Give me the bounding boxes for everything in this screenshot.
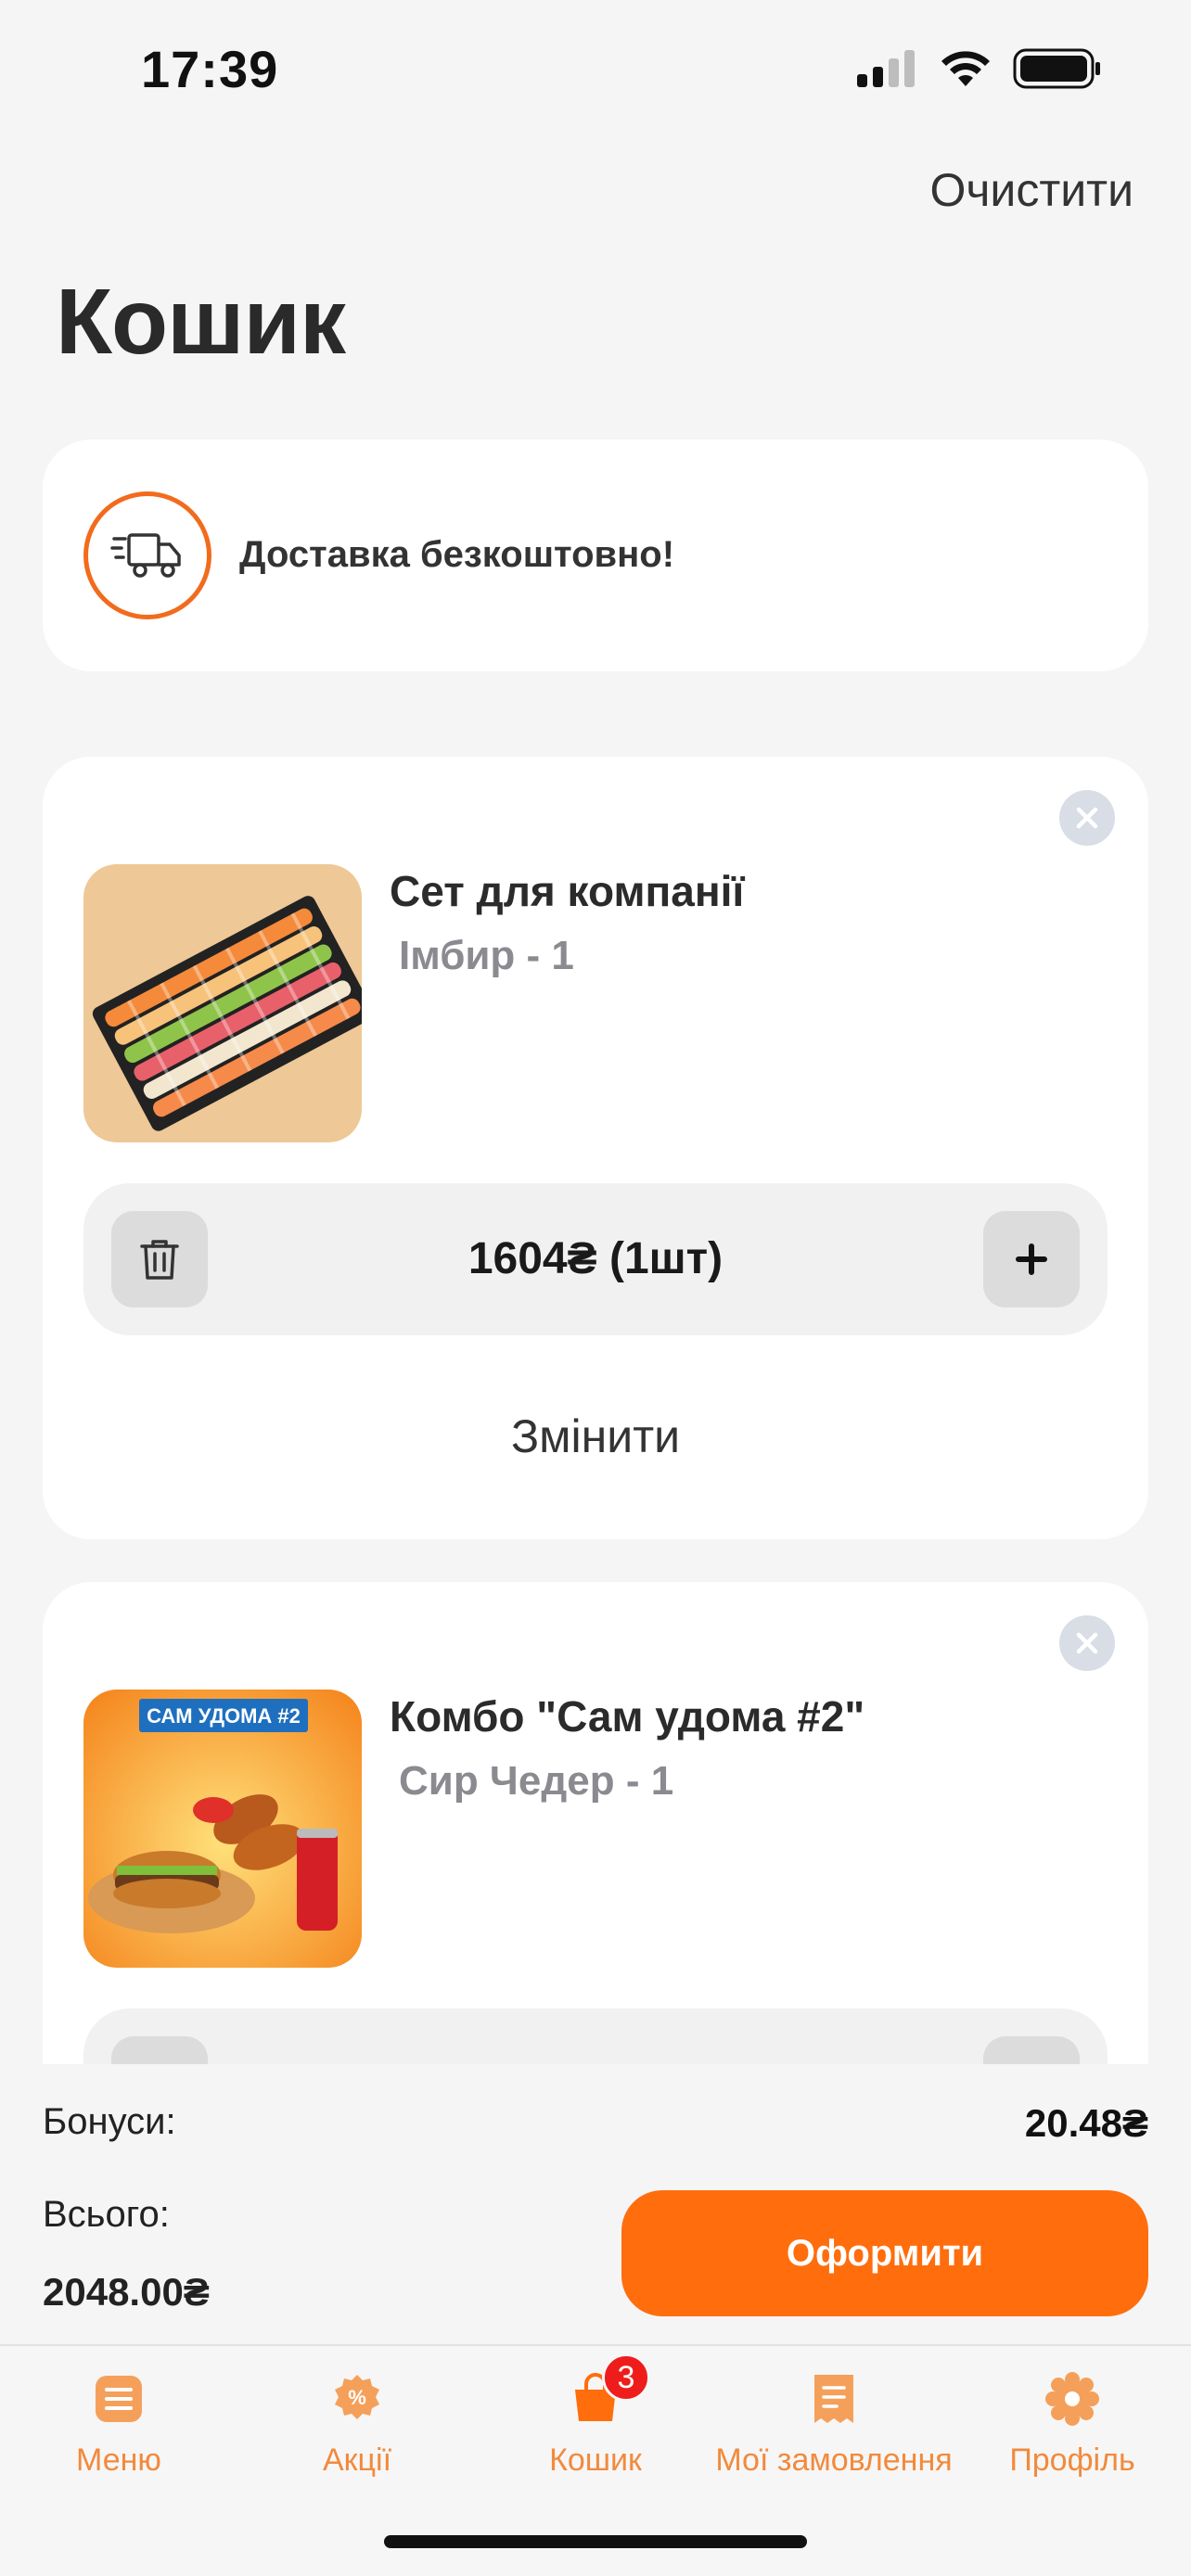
tab-menu[interactable]: Меню xyxy=(0,2372,237,2479)
close-icon xyxy=(1076,807,1098,829)
tab-label: Меню xyxy=(76,2442,161,2478)
cart-count-badge: 3 xyxy=(602,2353,650,2402)
bonus-label: Бонуси: xyxy=(43,2101,176,2142)
delivery-text: Доставка безкоштовно! xyxy=(239,534,675,575)
tab-cart[interactable]: 3 Кошик xyxy=(477,2353,714,2479)
menu-icon xyxy=(92,2372,146,2426)
checkout-button[interactable]: Оформити xyxy=(621,2190,1148,2316)
status-icons xyxy=(857,48,1102,89)
combo-image-caption: САМ УДОМА #2 xyxy=(147,1704,301,1728)
delivery-banner: Доставка безкоштовно! xyxy=(43,440,1148,671)
order-summary: Бонуси: 20.48₴ Всього: 2048.00₴ Оформити xyxy=(0,2064,1191,2344)
orders-icon xyxy=(807,2372,861,2426)
item-image-sushi-set[interactable] xyxy=(83,864,362,1142)
remove-item-button[interactable] xyxy=(1059,790,1115,846)
total-value: 2048.00₴ xyxy=(43,2270,210,2314)
home-indicator[interactable] xyxy=(384,2535,807,2548)
status-time: 17:39 xyxy=(141,40,279,98)
status-bar: 17:39 xyxy=(0,0,1191,139)
close-icon xyxy=(1076,1632,1098,1654)
remove-item-button[interactable] xyxy=(1059,1615,1115,1671)
tab-label: Профіль xyxy=(1009,2442,1135,2478)
profile-icon xyxy=(1045,2372,1099,2426)
item-image-combo[interactable]: САМ УДОМА #2 xyxy=(83,1690,362,1968)
item-name: Сет для компанії xyxy=(390,867,745,915)
bonus-value: 20.48₴ xyxy=(1024,2101,1148,2145)
page-title: Кошик xyxy=(56,270,346,374)
cart-icon: 3 xyxy=(569,2353,650,2426)
tab-promotions[interactable]: % Акції xyxy=(238,2372,476,2479)
increase-quantity-button[interactable] xyxy=(983,1211,1080,1307)
tab-label: Мої замовлення xyxy=(715,2442,953,2478)
total-label: Всього: xyxy=(43,2194,170,2235)
item-modifier: Сир Чедер - 1 xyxy=(399,1758,674,1804)
tab-label: Акції xyxy=(322,2442,392,2478)
svg-text:%: % xyxy=(348,2386,366,2409)
delivery-truck-icon xyxy=(83,491,211,619)
item-modifier: Імбир - 1 xyxy=(399,933,574,978)
tab-profile[interactable]: Профіль xyxy=(954,2372,1191,2479)
cellular-signal-icon xyxy=(857,50,915,87)
item-name: Комбо "Сам удома #2" xyxy=(390,1692,865,1741)
battery-icon xyxy=(1013,48,1100,89)
quantity-stepper: 1604₴ (1шт) xyxy=(83,1183,1108,1335)
tab-label: Кошик xyxy=(549,2442,642,2478)
item-price-quantity: 1604₴ (1шт) xyxy=(467,1234,724,1283)
plus-icon xyxy=(1016,1243,1047,1275)
wifi-icon xyxy=(941,51,990,86)
tab-my-orders[interactable]: Мої замовлення xyxy=(715,2372,953,2479)
clear-cart-button[interactable]: Очистити xyxy=(929,163,1133,217)
cart-item: Сет для компанії Імбир - 1 1604₴ (1шт) З… xyxy=(43,757,1148,1539)
discount-icon: % xyxy=(330,2372,384,2426)
change-item-button[interactable]: Змінити xyxy=(43,1409,1148,1463)
